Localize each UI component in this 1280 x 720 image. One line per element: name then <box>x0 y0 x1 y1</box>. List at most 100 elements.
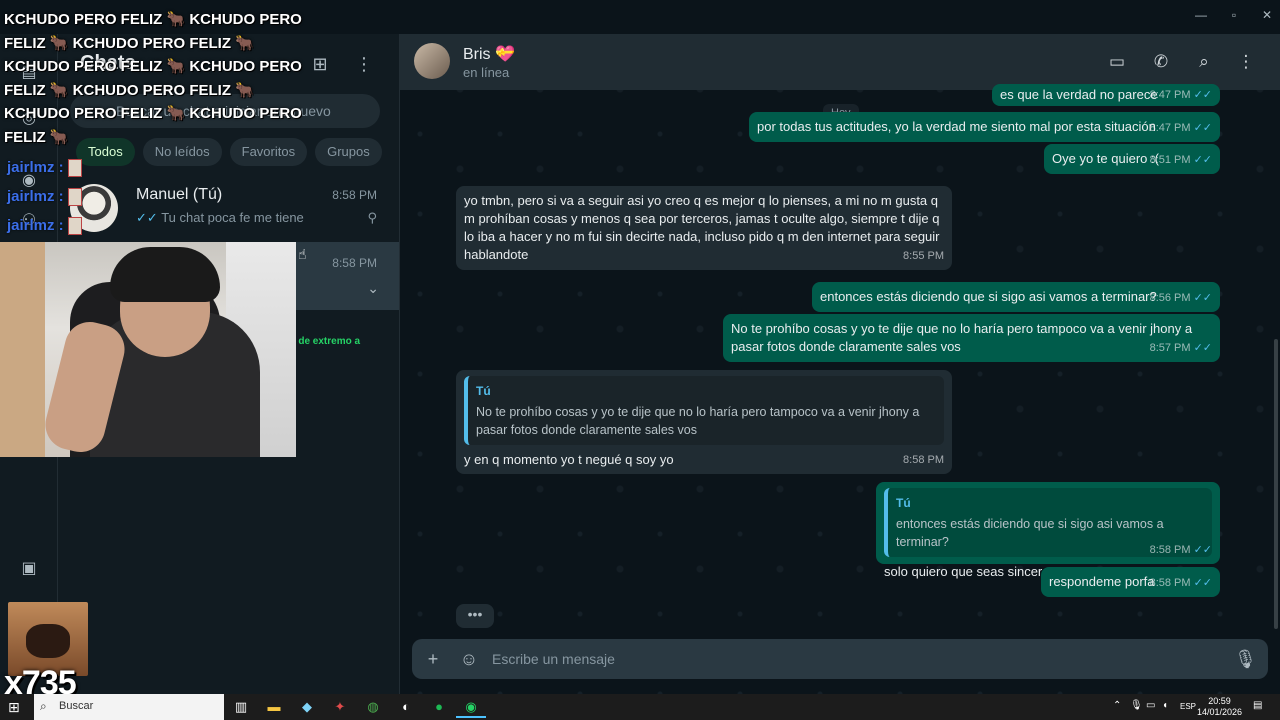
new-chat-icon[interactable]: ⊞ <box>308 52 332 76</box>
stream-chat-line: jairlmz : <box>7 217 82 236</box>
contact-name-text: Bris <box>463 46 491 63</box>
message-input[interactable]: Escribe un mensaje <box>492 651 615 667</box>
tray-network-icon[interactable]: ▭ <box>1146 700 1155 711</box>
stream-chat-user: jairlmz : <box>7 188 64 205</box>
tray-chevron-icon[interactable]: ⌃ <box>1113 700 1121 711</box>
minimize-button[interactable]: — <box>1186 5 1216 25</box>
emote-icon <box>67 188 82 207</box>
typing-indicator: ••• <box>456 604 494 628</box>
file-explorer-icon[interactable]: ▬ <box>259 696 289 718</box>
maximize-button[interactable]: ▫ <box>1219 5 1249 25</box>
search-icon: ⌕ <box>40 699 47 713</box>
tray-volume-icon[interactable]: ◖ <box>1162 700 1168 711</box>
taskbar: ⊞ ⌕ Buscar ▥ ▬ ◆ ✦ ◍ ◐ ● ◉ ⌃ 🎙 ▭ ◖ ESP 2… <box>0 694 1280 720</box>
emote-face <box>26 624 70 658</box>
taskbar-search[interactable]: ⌕ Buscar <box>34 694 224 720</box>
menu-icon[interactable]: ⋮ <box>352 52 376 76</box>
message-meta: 8:57 PM ✓✓ <box>1150 339 1212 357</box>
message-time: 8:55 PM <box>903 250 944 262</box>
banner-line: FELIZ 🐂 KCHUDO PERO FELIZ 🐂 <box>4 81 254 99</box>
banner-line: KCHUDO PERO FELIZ 🐂 KCHUDO PERO <box>4 58 302 75</box>
filter-groups[interactable]: Grupos <box>315 138 382 166</box>
chrome-icon[interactable]: ◍ <box>358 696 388 718</box>
message-bubble[interactable]: por todas tus actitudes, yo la verdad me… <box>749 112 1220 142</box>
read-ticks-icon: ✓✓ <box>1193 577 1212 589</box>
read-ticks-icon: ✓✓ <box>1193 122 1212 134</box>
message-bubble[interactable]: entonces estás diciendo que si sigo asi … <box>812 282 1220 312</box>
attach-icon[interactable]: + <box>422 648 444 670</box>
webcam-background <box>0 242 45 457</box>
message-meta: 8:51 PM ✓✓ <box>1150 151 1212 169</box>
clock-date: 14/01/2026 <box>1196 707 1242 717</box>
close-button[interactable]: ✕ <box>1252 5 1280 25</box>
task-view-icon[interactable]: ▥ <box>226 696 256 718</box>
chat-row-manuel[interactable]: Manuel (Tú) 8:58 PM ✓✓ Tu chat poca fe m… <box>58 174 399 242</box>
microphone-icon[interactable]: 🎙 <box>1234 648 1257 670</box>
encryption-note: s de extremo a <box>290 336 361 347</box>
spotify-icon[interactable]: ● <box>424 696 454 718</box>
banner-line: FELIZ 🐂 <box>4 128 69 146</box>
chat-time: 8:58 PM <box>332 256 377 270</box>
screen: — ▫ ✕ ▤ ◎ ◉ ⚇ ▣ Chats ⊞ ⋮ ⌕ Buscar un ch… <box>0 0 1280 720</box>
message-bubble[interactable]: es que la verdad no parece 8:47 PM ✓✓ <box>992 84 1220 106</box>
tray-clock[interactable]: 20:59 14/01/2026 <box>1197 696 1242 718</box>
read-ticks-icon: ✓✓ <box>1193 342 1212 354</box>
tray-mic-icon[interactable]: 🎙 <box>1130 700 1143 711</box>
message-text: por todas tus actitudes, yo la verdad me… <box>757 119 1156 134</box>
conversation-header[interactable]: Bris 💝 en línea ▭ ✆ ⌕ ⋮ <box>400 34 1280 90</box>
whatsapp-icon[interactable]: ◉ <box>456 696 486 718</box>
read-ticks-icon: ✓✓ <box>1193 154 1212 166</box>
chevron-down-icon[interactable]: ⌄ <box>367 280 379 297</box>
message-time: 8:58 PM <box>1149 544 1191 556</box>
message-meta: 8:55 PM <box>903 247 944 265</box>
message-composer[interactable]: + ☺ Escribe un mensaje 🎙 <box>412 639 1268 679</box>
message-time: 8:47 PM <box>1149 122 1191 134</box>
voice-call-icon[interactable]: ✆ <box>1150 51 1172 73</box>
message-meta: 8:58 PM <box>903 451 944 469</box>
notes-app-icon[interactable]: ◆ <box>292 696 322 718</box>
media-icon[interactable]: ▣ <box>18 558 40 580</box>
contact-name: Bris 💝 <box>463 44 515 64</box>
message-bubble[interactable]: Tú No te prohíbo cosas y yo te dije que … <box>456 370 952 474</box>
message-bubble[interactable]: Oye yo te quiero :( 8:51 PM ✓✓ <box>1044 144 1220 174</box>
read-ticks-icon: ✓✓ <box>1193 544 1212 556</box>
stream-chat-user: jairlmz : <box>7 159 64 176</box>
read-ticks-icon: ✓✓ <box>136 210 158 225</box>
message-text: entonces estás diciendo que si sigo asi … <box>820 289 1157 304</box>
quoted-message[interactable]: Tú No te prohíbo cosas y yo te dije que … <box>464 376 944 445</box>
windows-start-icon[interactable]: ⊞ <box>8 699 24 715</box>
scrollbar[interactable] <box>1274 339 1278 629</box>
sticker-icon[interactable]: ☺ <box>458 648 480 670</box>
read-ticks-icon: ✓✓ <box>1193 89 1212 101</box>
banner-line: FELIZ 🐂 KCHUDO PERO FELIZ 🐂 <box>4 34 254 52</box>
contact-status: en línea <box>463 65 510 80</box>
stream-banner: KCHUDO PERO FELIZ 🐂 KCHUDO PERO FELIZ 🐂 … <box>4 8 304 149</box>
contact-avatar[interactable] <box>414 43 450 79</box>
taskbar-search-label: Buscar <box>59 700 94 712</box>
webcam-hair <box>110 247 220 302</box>
obs-icon[interactable]: ◐ <box>391 696 421 718</box>
banner-line: KCHUDO PERO FELIZ 🐂 KCHUDO PERO <box>4 11 302 28</box>
message-meta: 8:58 PM ✓✓ <box>1150 541 1212 559</box>
message-bubble[interactable]: No te prohíbo cosas y yo te dije que no … <box>723 314 1220 362</box>
menu-icon[interactable]: ⋮ <box>1235 51 1257 73</box>
emote-icon <box>67 217 82 236</box>
video-call-icon[interactable]: ▭ <box>1106 51 1128 73</box>
tray-language[interactable]: ESP <box>1180 702 1196 711</box>
message-meta: 8:58 PM ✓✓ <box>1150 574 1212 592</box>
quote-author: Tú <box>896 496 911 510</box>
stream-chat-user: jairlmz : <box>7 217 64 234</box>
message-time: 8:58 PM <box>1149 577 1191 589</box>
message-bubble[interactable]: Tú entonces estás diciendo que si sigo a… <box>876 482 1220 579</box>
search-icon[interactable]: ⌕ <box>1193 51 1215 73</box>
message-meta: 8:56 PM ✓✓ <box>1150 289 1212 307</box>
app-icon[interactable]: ✦ <box>325 696 355 718</box>
message-time: 8:56 PM <box>1149 292 1191 304</box>
message-text: es que la verdad no parece <box>1000 87 1158 102</box>
message-time: 8:58 PM <box>903 454 944 466</box>
webcam-feed <box>0 242 296 457</box>
notifications-icon[interactable]: ▤ <box>1253 700 1262 711</box>
message-bubble[interactable]: respondeme porfa 8:58 PM ✓✓ <box>1041 567 1220 597</box>
conversation-pane: Bris 💝 en línea ▭ ✆ ⌕ ⋮ es que la verdad… <box>400 34 1280 694</box>
message-bubble[interactable]: yo tmbn, pero si va a seguir asi yo creo… <box>456 186 952 270</box>
